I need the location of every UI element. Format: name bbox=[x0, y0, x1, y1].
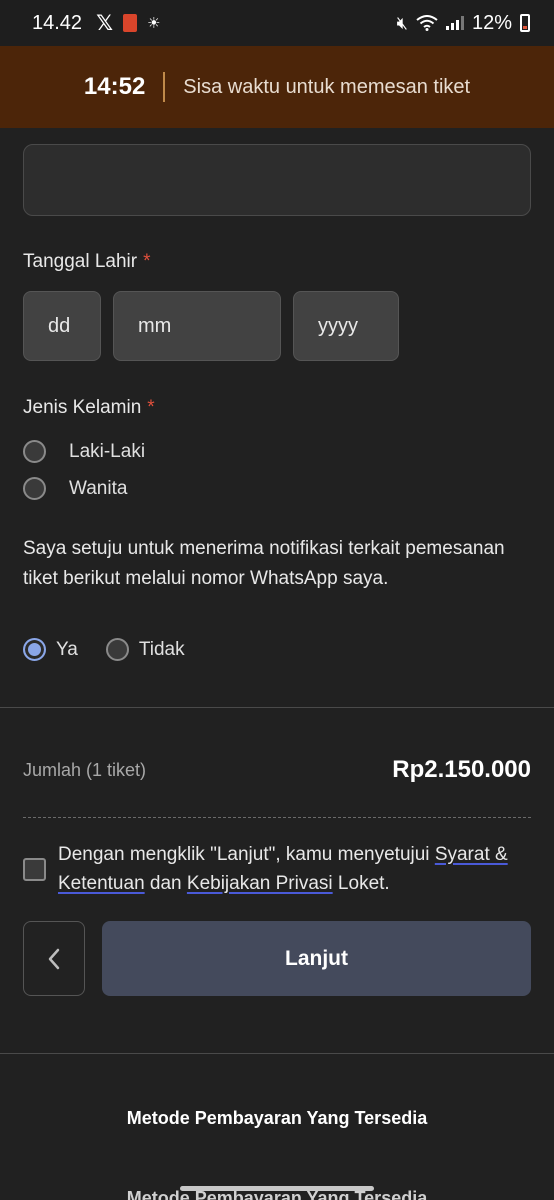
x-app-icon: 𝕏 bbox=[96, 11, 113, 35]
name-input[interactable] bbox=[23, 144, 531, 216]
mute-icon: 🔇︎ bbox=[396, 12, 408, 33]
section-divider bbox=[0, 707, 554, 708]
timer-label: Sisa waktu untuk memesan tiket bbox=[183, 75, 471, 98]
timer-divider bbox=[163, 72, 166, 102]
birth-day-input[interactable]: dd bbox=[23, 291, 101, 361]
home-indicator[interactable] bbox=[180, 1186, 374, 1191]
wifi-icon bbox=[416, 15, 438, 31]
whatsapp-option-no[interactable]: Tidak bbox=[105, 638, 185, 661]
birth-year-input[interactable]: yyyy bbox=[293, 291, 399, 361]
order-total-row: Jumlah (1 tiket) Rp2.150.000 bbox=[23, 756, 531, 784]
whatsapp-consent-text: Saya setuju untuk menerima notifikasi te… bbox=[23, 538, 505, 589]
gender-label-text: Jenis Kelamin bbox=[23, 397, 142, 418]
birth-month-input[interactable]: mm bbox=[113, 291, 281, 361]
radio-button[interactable] bbox=[23, 477, 46, 500]
reservation-timer-bar: 14:52 Sisa waktu untuk memesan tiket bbox=[0, 46, 554, 128]
birth-date-label: Tanggal Lahir * bbox=[23, 251, 151, 273]
gender-label: Jenis Kelamin * bbox=[23, 397, 155, 419]
timer-countdown: 14:52 bbox=[83, 73, 146, 100]
status-bar: 14.42 𝕏 ☀ 🔇︎ 12% bbox=[0, 0, 554, 46]
terms-suffix: Loket. bbox=[332, 873, 390, 894]
terms-prefix: Dengan mengklik "Lanjut", kamu menyetuju… bbox=[58, 844, 435, 865]
radio-button-selected[interactable] bbox=[23, 638, 46, 661]
continue-button[interactable]: Lanjut bbox=[102, 921, 531, 996]
whatsapp-consent-options: Ya Tidak bbox=[23, 638, 213, 661]
terms-text: Dengan mengklik "Lanjut", kamu menyetuju… bbox=[58, 840, 528, 898]
gender-option-female[interactable]: Wanita bbox=[23, 477, 127, 500]
radio-button[interactable] bbox=[23, 440, 46, 463]
radio-button[interactable] bbox=[105, 638, 129, 661]
privacy-policy-link[interactable]: Kebijakan Privasi bbox=[187, 873, 333, 894]
gender-option-male[interactable]: Laki-Laki bbox=[23, 440, 145, 463]
whatsapp-option-label: Tidak bbox=[138, 638, 185, 660]
payment-methods-title: Metode Pembayaran Yang Tersedia bbox=[126, 1108, 428, 1128]
pay-app-icon bbox=[122, 14, 137, 32]
total-label: Jumlah (1 tiket) bbox=[23, 759, 147, 780]
required-mark: * bbox=[147, 397, 155, 418]
back-button[interactable] bbox=[23, 921, 85, 996]
section-divider bbox=[0, 1053, 554, 1054]
gender-option-label: Wanita bbox=[69, 477, 128, 499]
total-price: Rp2.150.000 bbox=[392, 756, 531, 783]
terms-checkbox[interactable] bbox=[23, 858, 46, 881]
status-left: 14.42 𝕏 ☀ bbox=[32, 11, 160, 36]
battery-percent: 12% bbox=[471, 11, 512, 34]
dashed-divider bbox=[23, 817, 531, 818]
whatsapp-option-label: Ya bbox=[56, 638, 78, 660]
gender-option-label: Laki-Laki bbox=[69, 440, 146, 462]
required-mark: * bbox=[143, 251, 151, 272]
terms-middle: dan bbox=[144, 873, 187, 894]
status-time: 14.42 bbox=[32, 11, 83, 34]
chevron-left-icon bbox=[48, 948, 60, 969]
birth-date-label-text: Tanggal Lahir bbox=[23, 251, 138, 272]
whatsapp-option-yes[interactable]: Ya bbox=[23, 638, 78, 661]
battery-icon bbox=[520, 14, 530, 32]
brightness-icon: ☀ bbox=[146, 15, 161, 32]
signal-icon bbox=[445, 16, 464, 30]
status-right: 🔇︎ 12% bbox=[397, 12, 530, 35]
